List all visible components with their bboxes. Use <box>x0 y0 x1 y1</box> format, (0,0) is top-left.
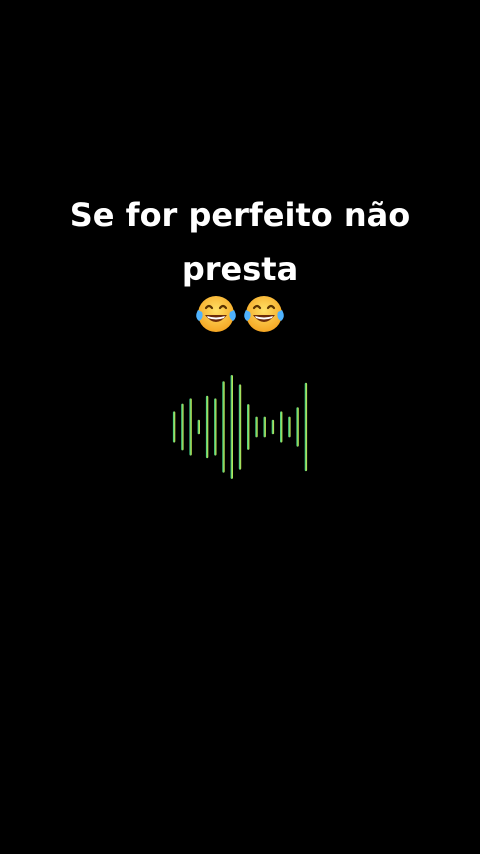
waveform-bar <box>271 419 275 435</box>
waveform-bar <box>197 419 200 435</box>
waveform-bar <box>214 398 217 456</box>
waveform-bar <box>263 416 266 438</box>
waveform-bar <box>247 404 250 450</box>
caption-line-2: presta <box>181 250 299 288</box>
waveform-bar <box>181 403 184 451</box>
waveform-bar <box>255 416 258 438</box>
waveform-bar <box>172 411 176 443</box>
waveform-bar <box>238 384 242 470</box>
video-screen: Se for perfeito não presta <box>0 0 480 854</box>
waveform-bar <box>222 381 225 473</box>
waveform-bar <box>189 398 192 456</box>
face-with-tears-of-joy-icon <box>196 296 236 332</box>
waveform-bar <box>296 407 299 447</box>
waveform-bar <box>304 382 308 472</box>
emoji-row <box>0 291 480 337</box>
caption-line-1: Se for perfeito não <box>69 196 411 234</box>
audio-waveform <box>172 375 308 479</box>
waveform-bar <box>280 411 283 443</box>
waveform-bar <box>288 416 291 438</box>
caption-text: Se for perfeito não presta <box>0 188 480 296</box>
waveform-bar <box>205 395 209 459</box>
waveform-bar <box>230 375 233 479</box>
face-with-tears-of-joy-icon <box>244 296 284 332</box>
